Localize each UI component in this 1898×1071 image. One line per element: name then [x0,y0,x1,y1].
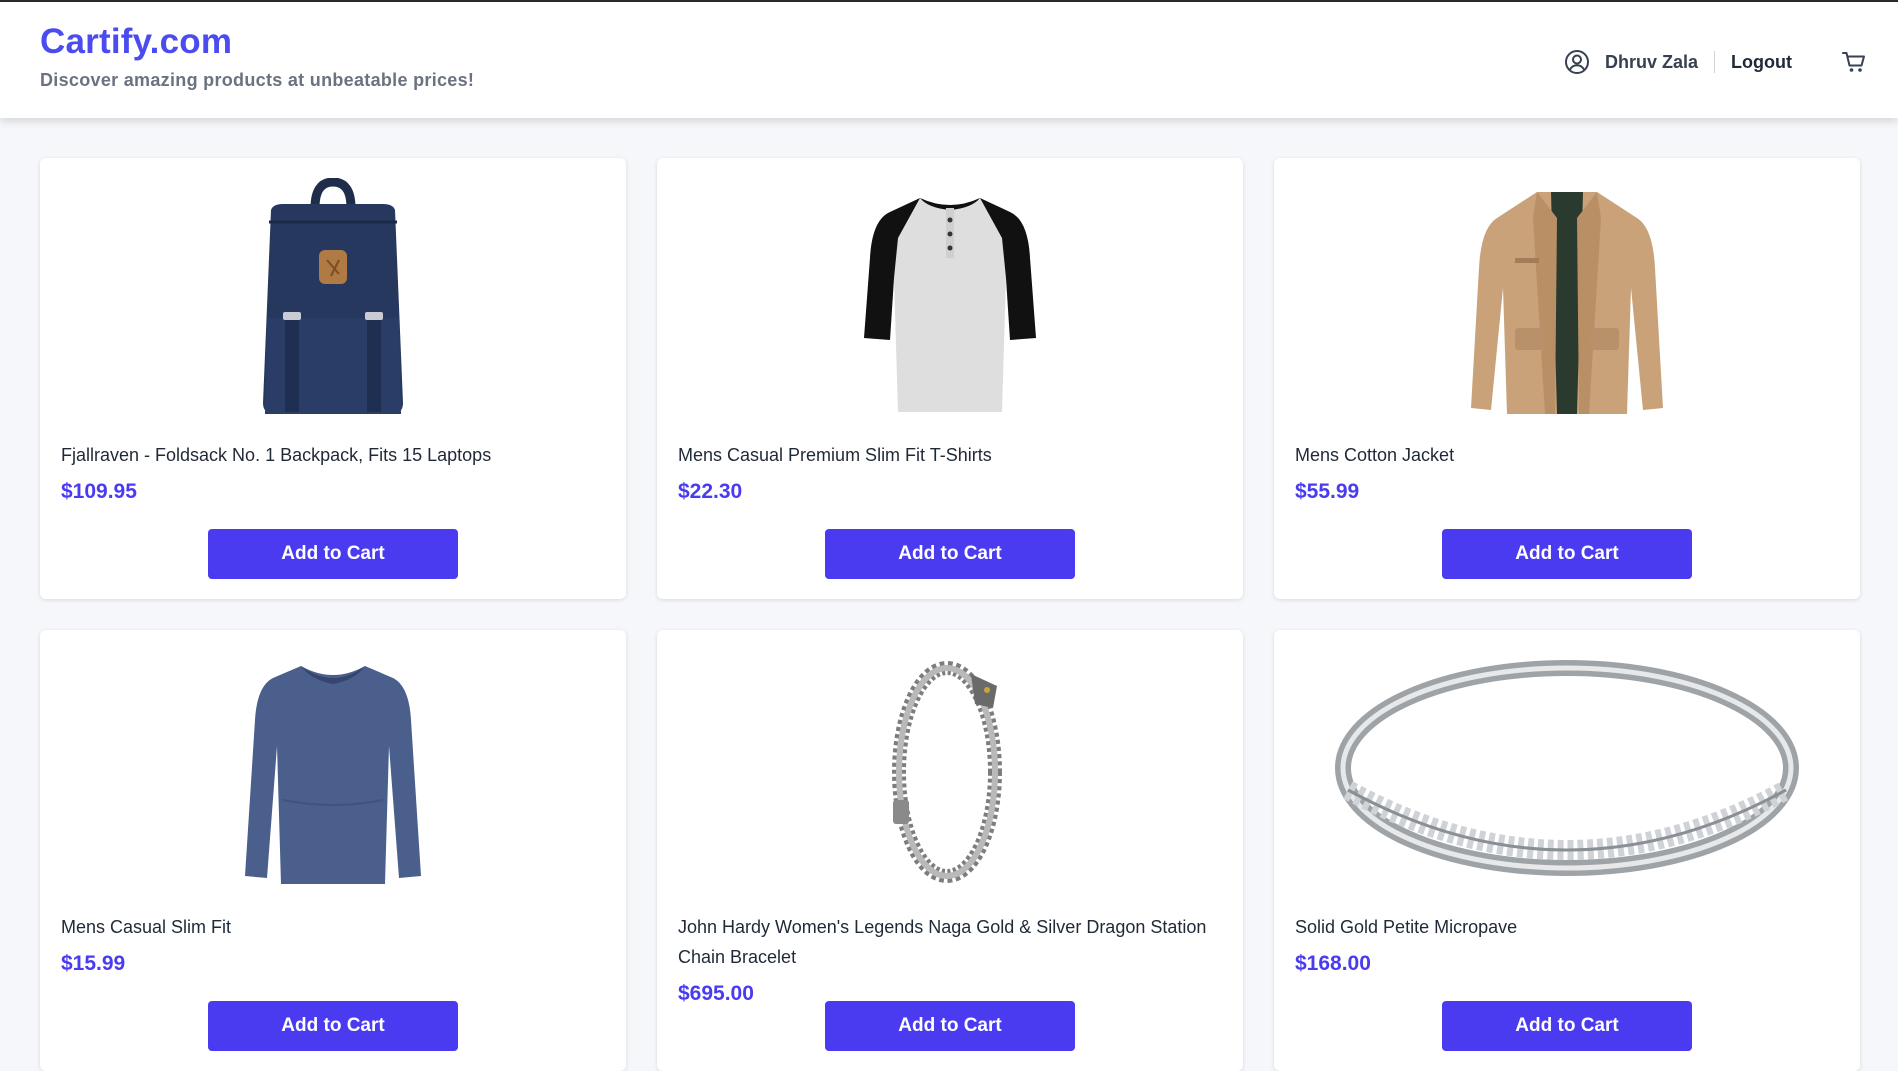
brand: Cartify.com Discover amazing products at… [40,22,474,91]
product-title[interactable]: Mens Casual Slim Fit [61,912,605,942]
product-price: $109.95 [61,480,137,503]
site-logo[interactable]: Cartify.com [40,22,474,62]
user-name: Dhruv Zala [1604,51,1699,72]
product-card: Mens Casual Slim Fit $15.99 Add to Cart [40,630,626,1071]
product-title[interactable]: Solid Gold Petite Micropave [1295,912,1839,942]
product-card: Mens Casual Premium Slim Fit T-Shirts $2… [657,158,1243,599]
add-to-cart-button[interactable]: Add to Cart [825,1001,1075,1051]
product-title[interactable]: John Hardy Women's Legends Naga Gold & S… [678,912,1222,972]
product-price: $168.00 [1295,952,1371,975]
add-to-cart-button[interactable]: Add to Cart [825,529,1075,579]
user-circle-icon [1563,48,1591,76]
site-header: Cartify.com Discover amazing products at… [0,2,1898,118]
product-card: Fjallraven - Foldsack No. 1 Backpack, Fi… [40,158,626,599]
longsleeve-image[interactable] [40,650,626,890]
header-nav: Dhruv Zala Logout [1563,42,1868,82]
site-tagline: Discover amazing products at unbeatable … [40,70,475,90]
bracelet-image[interactable] [657,650,1243,890]
cart-icon[interactable] [1840,48,1868,76]
product-card: John Hardy Women's Legends Naga Gold & S… [657,630,1243,1071]
tshirt-image[interactable] [657,178,1243,418]
product-price: $55.99 [1295,480,1360,503]
product-card: Mens Cotton Jacket $55.99 Add to Cart [1274,158,1860,599]
add-to-cart-button[interactable]: Add to Cart [1442,1001,1692,1051]
jacket-image[interactable] [1274,178,1860,418]
product-title[interactable]: Fjallraven - Foldsack No. 1 Backpack, Fi… [61,440,605,470]
product-grid: Fjallraven - Foldsack No. 1 Backpack, Fi… [40,158,1860,1071]
product-title[interactable]: Mens Casual Premium Slim Fit T-Shirts [678,440,1222,470]
nav-divider [1714,51,1716,73]
add-to-cart-button[interactable]: Add to Cart [208,1001,458,1051]
backpack-image[interactable] [40,178,626,418]
add-to-cart-button[interactable]: Add to Cart [1442,529,1692,579]
product-title[interactable]: Mens Cotton Jacket [1295,440,1839,470]
product-price: $695.00 [678,982,754,1005]
ring-image[interactable] [1274,650,1860,890]
logout-button[interactable]: Logout [1731,52,1792,73]
product-price: $15.99 [61,952,126,975]
add-to-cart-button[interactable]: Add to Cart [208,529,458,579]
product-card: Solid Gold Petite Micropave $168.00 Add … [1274,630,1860,1071]
product-price: $22.30 [678,480,743,503]
